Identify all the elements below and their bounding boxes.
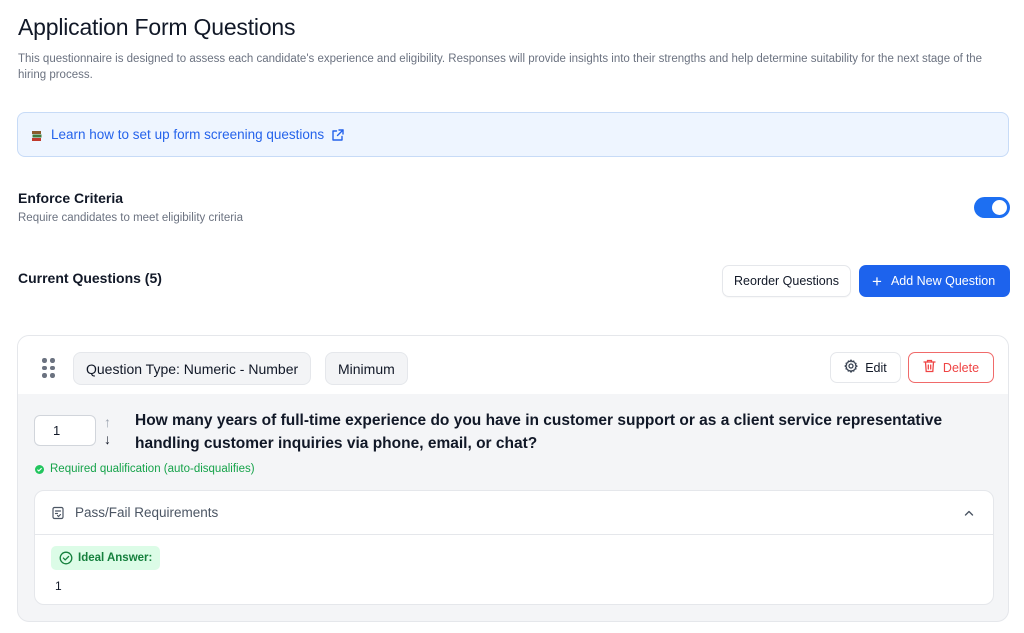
help-banner: Learn how to set up form screening quest… <box>17 112 1009 157</box>
page-title: Application Form Questions <box>18 14 296 40</box>
ideal-answer-value: 1 <box>55 579 62 593</box>
question-type-chip: Question Type: Numeric - Number <box>73 352 312 385</box>
help-link[interactable]: Learn how to set up form screening quest… <box>51 127 324 142</box>
delete-button[interactable]: Delete <box>908 352 994 383</box>
question-text: How many years of full-time experience d… <box>135 412 943 452</box>
edit-label: Edit <box>865 360 887 375</box>
delete-label: Delete <box>942 360 980 375</box>
question-card: Question Type: Numeric - Number Minimum … <box>17 335 1009 622</box>
move-up-arrow-icon[interactable]: ↑ <box>104 414 111 430</box>
enforce-criteria-toggle[interactable] <box>974 197 1010 218</box>
book-icon <box>31 129 43 141</box>
drag-handle-icon[interactable] <box>41 358 57 378</box>
reorder-questions-button[interactable]: Reorder Questions <box>722 265 851 297</box>
pass-fail-label: Pass/Fail Requirements <box>75 505 219 520</box>
gear-icon <box>844 359 859 376</box>
external-link-icon[interactable] <box>331 128 345 142</box>
pass-fail-header[interactable]: Pass/Fail Requirements <box>35 491 993 535</box>
current-questions-title: Current Questions (5) <box>18 270 162 286</box>
chevron-up-icon[interactable] <box>963 506 975 518</box>
question-order-input[interactable] <box>34 415 96 446</box>
add-new-question-button[interactable]: + Add New Question <box>859 265 1010 297</box>
required-qualification-note: Required qualification (auto-disqualifie… <box>35 463 255 475</box>
enforce-criteria-title: Enforce Criteria <box>18 190 124 206</box>
move-down-arrow-icon[interactable]: ↓ <box>104 431 111 447</box>
document-check-icon <box>51 506 65 520</box>
page-description: This questionnaire is designed to assess… <box>18 53 983 81</box>
enforce-criteria-subtitle: Require candidates to meet eligibility c… <box>18 212 243 224</box>
plus-icon: + <box>872 271 882 291</box>
criteria-chip: Minimum <box>325 352 408 385</box>
question-card-header: Question Type: Numeric - Number Minimum … <box>18 336 1008 394</box>
toggle-knob <box>992 200 1007 215</box>
check-circle-icon <box>35 464 44 474</box>
add-new-question-label: Add New Question <box>890 274 996 288</box>
ideal-answer-label: Ideal Answer: <box>78 552 153 564</box>
required-qualification-text: Required qualification (auto-disqualifie… <box>50 463 255 475</box>
pass-fail-panel: Pass/Fail Requirements Ideal Answer: 1 <box>34 490 994 605</box>
check-circle-icon <box>59 551 73 565</box>
edit-button[interactable]: Edit <box>830 352 901 383</box>
ideal-answer-badge: Ideal Answer: <box>51 546 161 570</box>
trash-icon <box>923 359 936 376</box>
